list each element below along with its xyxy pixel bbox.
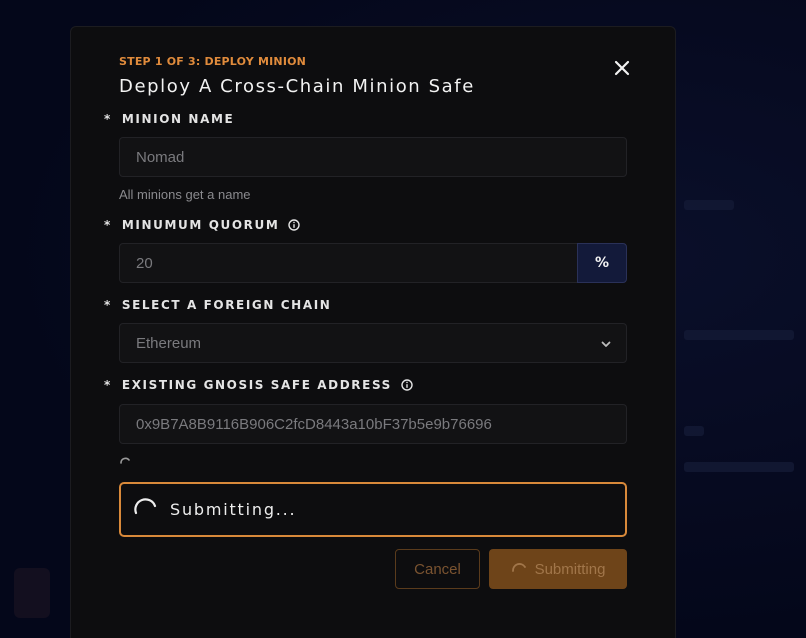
background-element xyxy=(684,426,704,436)
submitting-text: Submitting... xyxy=(170,500,297,519)
close-icon[interactable] xyxy=(612,58,632,78)
modal-title: Deploy A Cross-Chain Minion Safe xyxy=(119,76,475,97)
cancel-button-label: Cancel xyxy=(414,560,461,578)
info-icon[interactable] xyxy=(288,219,301,231)
submit-button[interactable]: Submitting xyxy=(489,549,627,589)
safe-address-label: * EXISTING GNOSIS SAFE ADDRESS xyxy=(104,378,413,392)
quorum-value: 20 xyxy=(136,254,153,272)
required-marker: * xyxy=(104,378,112,392)
quorum-label: * MINUMUM QUORUM xyxy=(104,218,301,232)
submitting-status: Submitting... xyxy=(119,482,627,537)
minion-name-helper: All minions get a name xyxy=(119,187,251,202)
minion-name-label-text: MINION NAME xyxy=(121,112,235,126)
submit-button-label: Submitting xyxy=(534,560,606,578)
spinner-icon xyxy=(511,563,526,572)
percent-addon: % xyxy=(577,243,627,283)
minion-name-input[interactable]: Nomad xyxy=(119,137,627,177)
required-marker: * xyxy=(104,218,112,232)
cancel-button[interactable]: Cancel xyxy=(395,549,480,589)
info-icon[interactable] xyxy=(401,379,413,391)
deploy-minion-modal: STEP 1 OF 3: DEPLOY MINION Deploy A Cros… xyxy=(70,26,676,638)
foreign-chain-label: * SELECT A FOREIGN CHAIN xyxy=(104,298,331,312)
required-marker: * xyxy=(104,112,112,126)
safe-address-input[interactable]: 0x9B7A8B9116B906C2fcD8443a10bF37b5e9b766… xyxy=(119,404,627,444)
foreign-chain-value: Ethereum xyxy=(136,334,202,352)
background-element xyxy=(684,330,794,340)
minion-name-value: Nomad xyxy=(136,148,185,166)
foreign-chain-select[interactable]: Ethereum xyxy=(119,323,627,363)
background-element xyxy=(14,568,50,618)
spinner-icon xyxy=(120,457,130,464)
safe-address-value: 0x9B7A8B9116B906C2fcD8443a10bF37b5e9b766… xyxy=(136,415,492,433)
foreign-chain-label-text: SELECT A FOREIGN CHAIN xyxy=(121,298,332,312)
minion-name-label: * MINION NAME xyxy=(104,112,234,126)
step-indicator: STEP 1 OF 3: DEPLOY MINION xyxy=(119,55,307,68)
required-marker: * xyxy=(104,298,112,312)
spinner-icon xyxy=(134,497,157,514)
quorum-label-text: MINUMUM QUORUM xyxy=(121,218,280,232)
quorum-input[interactable]: 20 xyxy=(119,243,578,283)
background-element xyxy=(684,200,734,210)
safe-address-label-text: EXISTING GNOSIS SAFE ADDRESS xyxy=(121,378,392,392)
chevron-down-icon xyxy=(601,341,611,347)
background-element xyxy=(684,462,794,472)
